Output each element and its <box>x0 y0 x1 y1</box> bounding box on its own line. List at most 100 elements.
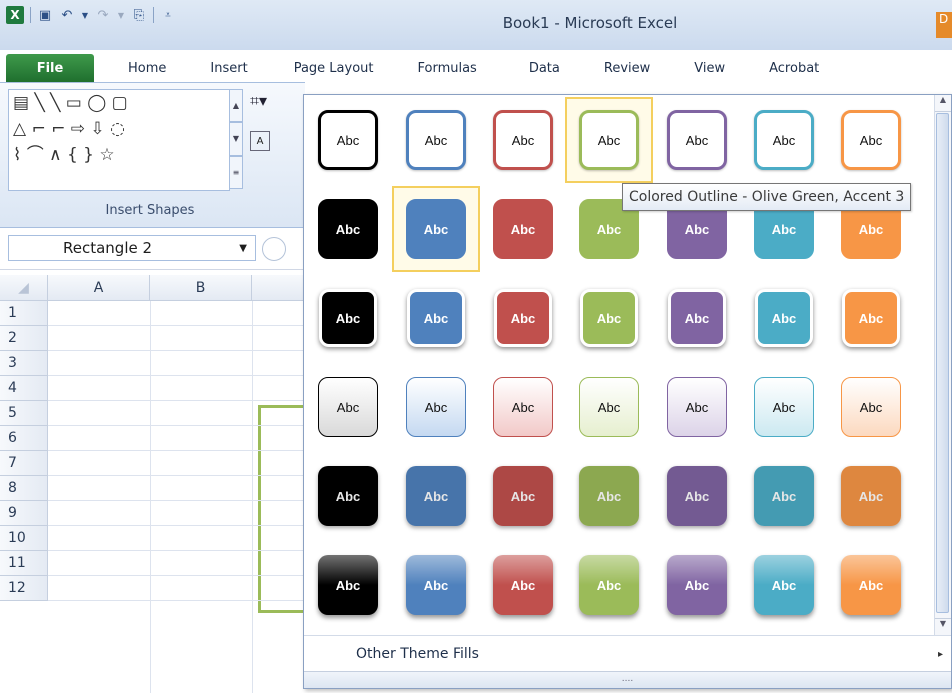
row-header[interactable]: 9 <box>0 501 48 526</box>
formula-cancel-icon[interactable] <box>262 237 286 261</box>
row-header[interactable]: 6 <box>0 426 48 451</box>
style-swatch-outline[interactable]: Abc <box>565 97 653 183</box>
style-swatch-intense[interactable]: Abc <box>653 453 741 539</box>
style-swatch-solid-shadow[interactable]: Abc <box>479 275 567 361</box>
style-swatch-solid-shadow[interactable]: Abc <box>392 275 480 361</box>
style-swatch-outline[interactable]: Abc <box>392 97 480 183</box>
row-header[interactable]: 2 <box>0 326 48 351</box>
tab-acrobat[interactable]: Acrobat <box>769 54 819 82</box>
edit-shape-icon[interactable]: ⌗▾ <box>250 91 267 111</box>
style-swatch-glossy[interactable]: Abc <box>653 542 741 628</box>
select-all-corner[interactable]: ◢ <box>0 275 48 301</box>
style-swatch-label: Abc <box>841 466 901 526</box>
style-swatch-glossy[interactable]: Abc <box>565 542 653 628</box>
style-swatch-intense[interactable]: Abc <box>740 453 828 539</box>
tab-data[interactable]: Data <box>529 54 560 82</box>
shape-row[interactable]: △ ⌐ ⌐ ⇨ ⇩ ◌ <box>9 116 229 142</box>
row-header[interactable]: 8 <box>0 476 48 501</box>
text-box-icon[interactable]: A <box>250 131 270 151</box>
style-swatch-outline[interactable]: Abc <box>479 97 567 183</box>
style-swatch-glossy[interactable]: Abc <box>392 542 480 628</box>
style-swatch-glossy[interactable]: Abc <box>740 542 828 628</box>
style-swatch-intense[interactable]: Abc <box>827 453 915 539</box>
style-swatch-solid-shadow[interactable]: Abc <box>827 275 915 361</box>
tab-file[interactable]: File <box>6 54 94 82</box>
style-swatch-subtle[interactable]: Abc <box>392 364 480 450</box>
tab-formulas[interactable]: Formulas <box>417 54 476 82</box>
style-swatch-glossy[interactable]: Abc <box>304 542 392 628</box>
tab-page-layout[interactable]: Page Layout <box>294 54 374 82</box>
style-swatch-solid-shadow[interactable]: Abc <box>653 275 741 361</box>
resize-grip[interactable]: .... <box>304 671 951 688</box>
gallery-scroll-down-icon[interactable]: ▼ <box>229 122 243 156</box>
row-header[interactable]: 7 <box>0 451 48 476</box>
column-header-c[interactable] <box>252 275 305 301</box>
style-swatch-solid-shadow[interactable]: Abc <box>740 275 828 361</box>
column-gridline <box>150 301 151 693</box>
style-swatch-solid-shadow[interactable]: Abc <box>304 275 392 361</box>
style-swatch-label: Abc <box>493 199 553 259</box>
column-header-b[interactable]: B <box>150 275 252 301</box>
row-header[interactable]: 12 <box>0 576 48 601</box>
style-swatch-intense[interactable]: Abc <box>304 453 392 539</box>
style-swatch-subtle[interactable]: Abc <box>479 364 567 450</box>
style-swatch-outline[interactable]: Abc <box>740 97 828 183</box>
row-header[interactable]: 11 <box>0 551 48 576</box>
spreadsheet-grid[interactable]: ◢ A B 1 2 3 4 5 6 7 8 9 10 11 12 <box>0 275 318 693</box>
style-swatch-solid[interactable]: Abc <box>392 186 480 272</box>
style-swatch-glossy[interactable]: Abc <box>827 542 915 628</box>
style-swatch-solid[interactable]: Abc <box>304 186 392 272</box>
style-swatch-subtle[interactable]: Abc <box>304 364 392 450</box>
row-gridline <box>48 475 305 476</box>
style-swatch-label: Abc <box>493 555 553 615</box>
tab-home[interactable]: Home <box>128 54 166 82</box>
scroll-thumb[interactable] <box>936 113 949 613</box>
tab-view[interactable]: View <box>694 54 725 82</box>
style-swatch-label: Abc <box>842 289 900 347</box>
gallery-more-icon[interactable]: ≡ <box>229 155 243 189</box>
style-swatch-intense[interactable]: Abc <box>565 453 653 539</box>
row-gridline <box>48 600 305 601</box>
row-header[interactable]: 5 <box>0 401 48 426</box>
tab-insert[interactable]: Insert <box>210 54 247 82</box>
chevron-down-icon[interactable]: ▼ <box>239 243 247 254</box>
column-header-a[interactable]: A <box>48 275 150 301</box>
style-swatch-glossy[interactable]: Abc <box>479 542 567 628</box>
style-swatch-label: Abc <box>754 555 814 615</box>
gallery-scroll-up-icon[interactable]: ▲ <box>229 89 243 123</box>
style-swatch-label: Abc <box>755 289 813 347</box>
style-swatch-solid-shadow[interactable]: Abc <box>565 275 653 361</box>
row-header[interactable]: 3 <box>0 351 48 376</box>
style-swatch-label: Abc <box>754 466 814 526</box>
style-swatch-label: Abc <box>406 199 466 259</box>
style-swatch-label: Abc <box>318 466 378 526</box>
style-swatch-solid[interactable]: Abc <box>479 186 567 272</box>
style-swatch-subtle[interactable]: Abc <box>653 364 741 450</box>
scroll-down-icon[interactable]: ▼ <box>935 618 951 635</box>
style-swatch-subtle[interactable]: Abc <box>565 364 653 450</box>
style-swatch-label: Abc <box>841 110 901 170</box>
gallery-scrollbar[interactable]: ▲ ▼ <box>934 95 951 635</box>
row-header[interactable]: 4 <box>0 376 48 401</box>
contextual-tab-stub[interactable]: D <box>936 12 952 38</box>
style-swatch-outline[interactable]: Abc <box>653 97 741 183</box>
style-swatch-intense[interactable]: Abc <box>392 453 480 539</box>
row-header[interactable]: 10 <box>0 526 48 551</box>
insert-shapes-gallery[interactable]: ▤ ╲ ╲ ▭ ◯ ▢ △ ⌐ ⌐ ⇨ ⇩ ◌ ⌇ ⌒ ∧ { } ☆ <box>8 89 230 191</box>
row-gridline <box>48 450 305 451</box>
style-swatch-label: Abc <box>318 110 378 170</box>
tab-review[interactable]: Review <box>604 54 650 82</box>
shape-row[interactable]: ⌇ ⌒ ∧ { } ☆ <box>9 142 229 168</box>
name-box[interactable]: Rectangle 2 ▼ <box>8 235 256 261</box>
other-theme-fills-item[interactable]: Other Theme Fills ▸ <box>304 636 951 672</box>
window-title: Book1 - Microsoft Excel <box>502 14 678 32</box>
style-swatch-outline[interactable]: Abc <box>827 97 915 183</box>
shape-row[interactable]: ▤ ╲ ╲ ▭ ◯ ▢ <box>9 90 229 116</box>
style-swatch-intense[interactable]: Abc <box>479 453 567 539</box>
row-header[interactable]: 1 <box>0 301 48 326</box>
scroll-up-icon[interactable]: ▲ <box>935 95 951 112</box>
style-swatch-subtle[interactable]: Abc <box>827 364 915 450</box>
style-swatch-outline[interactable]: Abc <box>304 97 392 183</box>
style-swatch-subtle[interactable]: Abc <box>740 364 828 450</box>
row-gridline <box>48 350 305 351</box>
